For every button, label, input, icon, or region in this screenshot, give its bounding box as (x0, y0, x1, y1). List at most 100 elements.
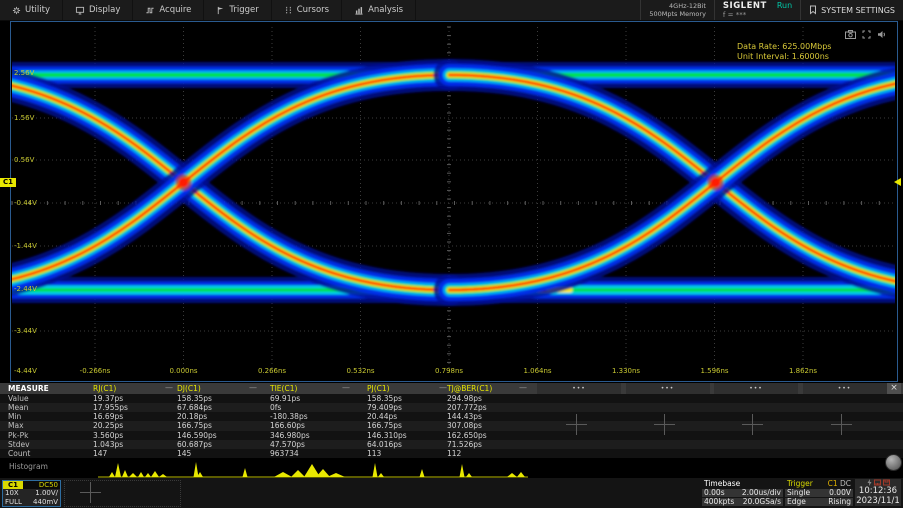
channel-coupling: DC50 (39, 481, 60, 489)
measure-value: 79.409ps (367, 403, 402, 412)
measure-close-button[interactable]: × (887, 383, 901, 394)
measure-column-header[interactable]: DJ(C1) (177, 384, 201, 393)
x-axis-label: 0.266ns (242, 367, 302, 375)
histogram-plot (0, 455, 903, 478)
measure-value: 166.75ps (367, 421, 402, 430)
scroll-knob[interactable] (885, 454, 902, 471)
measure-column-header[interactable]: TIE(C1) (270, 384, 297, 393)
timebase-points: 400kpts (704, 498, 734, 506)
x-axis-label: 1.064ns (508, 367, 568, 375)
measure-value: 17.955ps (93, 403, 128, 412)
channel-c1-box[interactable]: C1 DC50 10X 1.00V/ FULL 440mV (2, 480, 61, 507)
measure-empty-column-header[interactable]: ••• (803, 383, 887, 394)
measure-row-label: Min (8, 412, 21, 421)
trigger-title: Trigger (787, 479, 813, 488)
measure-row-label: Mean (8, 403, 28, 412)
status-bar: C1 DC50 10X 1.00V/ FULL 440mV Timebase 0… (0, 478, 903, 508)
x-axis-label: 1.596ns (685, 367, 745, 375)
measure-value: 207.772ps (447, 403, 487, 412)
measure-value: 67.684ps (177, 403, 212, 412)
channel-offset: 440mV (33, 498, 58, 506)
measure-row-label: Stdev (8, 440, 30, 449)
x-axis-label: 1.862ns (773, 367, 833, 375)
measure-row-label: Pk-Pk (8, 431, 28, 440)
measure-value: 20.25ps (93, 421, 123, 430)
add-measurement-placeholder[interactable] (742, 414, 763, 435)
measure-value: 166.60ps (270, 421, 305, 430)
y-axis-label: -0.44V (14, 199, 37, 207)
unit-interval-label: Unit Interval: 1.6000ns (737, 52, 831, 62)
add-measurement-placeholder[interactable] (654, 414, 675, 435)
fullscreen-icon[interactable] (862, 24, 871, 43)
measure-value: 3.560ps (93, 431, 123, 440)
measure-table: Value 19.37ps 158.35ps 69.91ps 158.35ps 294.9… (0, 394, 903, 458)
trigger-level: 0.00V (829, 489, 851, 497)
add-channel-placeholder[interactable] (80, 482, 101, 503)
x-axis-label: 0.000ns (154, 367, 214, 375)
trigger-slope: Rising (828, 498, 851, 506)
oscilloscope-screen: UtilityDisplayAcquireTriggerCursorsAnaly… (0, 0, 903, 508)
measure-value: 16.69ps (93, 412, 123, 421)
measure-row: Max 20.25ps 166.75ps 166.60ps 166.75ps 307.08… (0, 421, 903, 430)
y-axis-label: 1.56V (14, 114, 34, 122)
measure-value: 0fs (270, 403, 281, 412)
measure-value: 158.35ps (367, 394, 402, 403)
eye-info-readout: Data Rate: 625.00Mbps Unit Interval: 1.6… (737, 42, 831, 62)
measure-column-collapse[interactable]: — (439, 383, 447, 392)
measure-row: Stdev1.043ps60.687ps47.570ps64.016ps71.5… (0, 440, 903, 449)
clock-date: 2023/11/1 (855, 497, 901, 507)
trigger-mode: Single (787, 489, 810, 497)
measure-header-bar: MEASURE × RJ(C1)—DJ(C1)—TIE(C1)—PJ(C1)—T… (0, 383, 903, 394)
measure-row: Value 19.37ps 158.35ps 69.91ps 158.35ps 294.9… (0, 394, 903, 403)
measure-column-collapse[interactable]: — (249, 383, 257, 392)
measure-column-header[interactable]: RJ(C1) (93, 384, 116, 393)
measure-column-collapse[interactable]: — (342, 383, 350, 392)
measure-column-collapse[interactable]: — (165, 383, 173, 392)
trigger-type: Edge (787, 498, 806, 506)
measure-value: 144.43ps (447, 412, 482, 421)
measure-column-header[interactable]: TJ@BER(C1) (447, 384, 492, 393)
y-axis-label: -2.44V (14, 285, 37, 293)
measure-value: 166.75ps (177, 421, 212, 430)
measure-value: 162.650ps (447, 431, 487, 440)
measure-row: Min16.69ps20.18ps-180.38ps20.44ps144.43p… (0, 412, 903, 421)
x-axis-label: 1.330ns (596, 367, 656, 375)
trigger-panel[interactable]: Trigger C1 DC Single 0.00V Edge Rising (785, 479, 853, 506)
channel-bandwidth: FULL (5, 498, 22, 506)
measure-value: 64.016ps (367, 440, 402, 449)
measure-column-header[interactable]: PJ(C1) (367, 384, 390, 393)
measure-value: 69.91ps (270, 394, 300, 403)
timebase-panel[interactable]: Timebase 0.00s 2.00us/div 400kpts 20.0GS… (702, 479, 783, 506)
y-axis-label: -4.44V (14, 367, 37, 375)
trigger-level-marker[interactable] (894, 178, 901, 186)
x-axis-label: 0.532ns (331, 367, 391, 375)
channel-name-chip: C1 (3, 481, 23, 489)
add-measurement-placeholder[interactable] (831, 414, 852, 435)
datetime-panel[interactable]: 10:12:36 2023/11/1 (855, 479, 901, 506)
measure-empty-column-header[interactable]: ••• (537, 383, 621, 394)
measure-value: 1.043ps (93, 440, 123, 449)
timebase-title: Timebase (704, 479, 740, 488)
channel-marker-c1[interactable]: C1 (0, 178, 16, 187)
measure-value: 307.08ps (447, 421, 482, 430)
measure-row-label: Max (8, 421, 24, 430)
data-rate-label: Data Rate: 625.00Mbps (737, 42, 831, 52)
measure-value: 158.35ps (177, 394, 212, 403)
measure-title: MEASURE (8, 384, 49, 393)
measure-value: 20.18ps (177, 412, 207, 421)
measure-value: 60.687ps (177, 440, 212, 449)
measure-row: Pk-Pk3.560ps146.590ps346.980ps146.310ps1… (0, 431, 903, 440)
sound-icon[interactable] (877, 24, 886, 43)
measure-empty-column-header[interactable]: ••• (626, 383, 710, 394)
measure-value: -180.38ps (270, 412, 308, 421)
y-axis-label: -1.44V (14, 242, 37, 250)
add-measurement-placeholder[interactable] (566, 414, 587, 435)
measure-value: 71.526ps (447, 440, 482, 449)
measure-empty-column-header[interactable]: ••• (714, 383, 798, 394)
measure-column-collapse[interactable]: — (519, 383, 527, 392)
measure-value: 19.37ps (93, 394, 123, 403)
timebase-scale: 2.00us/div (742, 489, 781, 497)
measure-row-label: Value (8, 394, 29, 403)
camera-icon[interactable] (845, 24, 856, 43)
measure-value: 294.98ps (447, 394, 482, 403)
